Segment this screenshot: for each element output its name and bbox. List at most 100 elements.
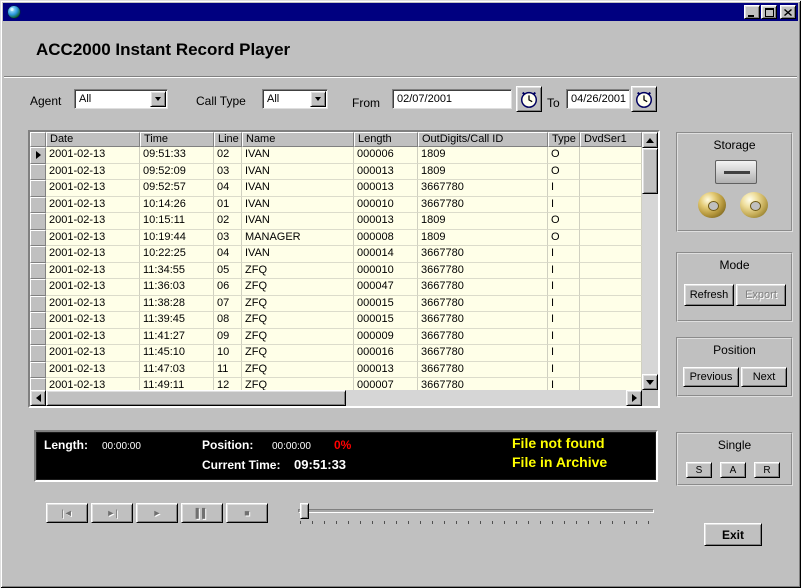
grid-cell[interactable]: O — [548, 213, 580, 230]
horizontal-scrollbar-thumb[interactable] — [46, 390, 346, 406]
table-row[interactable]: 2001-02-1311:36:0306ZFQ0000473667780I — [30, 279, 642, 296]
grid-cell[interactable]: 11:36:03 — [140, 279, 214, 296]
grid-cell[interactable]: 000013 — [354, 213, 418, 230]
horizontal-scrollbar[interactable] — [30, 390, 642, 406]
grid-cell[interactable]: O — [548, 147, 580, 164]
table-row[interactable]: 2001-02-1311:34:5505ZFQ0000103667780I — [30, 263, 642, 280]
refresh-button[interactable]: Refresh — [684, 284, 734, 306]
grid-cell[interactable]: 05 — [214, 263, 242, 280]
agent-select[interactable]: All — [74, 89, 168, 109]
row-selector[interactable] — [30, 296, 46, 313]
grid-cell[interactable] — [580, 213, 642, 230]
grid-cell[interactable]: ZFQ — [242, 378, 354, 390]
grid-cell[interactable]: ZFQ — [242, 263, 354, 280]
grid-cell[interactable]: 09:51:33 — [140, 147, 214, 164]
cd-disc-icon[interactable] — [740, 192, 768, 218]
from-date-input[interactable] — [392, 89, 512, 109]
table-row[interactable]: 2001-02-1309:51:3302IVAN0000061809O — [30, 147, 642, 164]
grid-cell[interactable] — [580, 263, 642, 280]
grid-cell[interactable]: 04 — [214, 246, 242, 263]
grid-cell[interactable]: 000015 — [354, 296, 418, 313]
grid-cell[interactable]: 000013 — [354, 362, 418, 379]
drive-icon[interactable] — [715, 160, 757, 184]
grid-cell[interactable] — [580, 329, 642, 346]
grid-cell[interactable]: 08 — [214, 312, 242, 329]
column-header[interactable]: OutDigits/Call ID — [418, 132, 548, 147]
row-selector[interactable] — [30, 279, 46, 296]
grid-cell[interactable]: I — [548, 296, 580, 313]
table-row[interactable]: 2001-02-1310:22:2504IVAN0000143667780I — [30, 246, 642, 263]
grid-cell[interactable]: 2001-02-13 — [46, 279, 140, 296]
row-selector[interactable] — [30, 345, 46, 362]
grid-cell[interactable]: IVAN — [242, 180, 354, 197]
scroll-up-button[interactable] — [642, 132, 658, 148]
export-button[interactable]: Export — [736, 284, 786, 306]
grid-cell[interactable] — [580, 246, 642, 263]
grid-cell[interactable]: 2001-02-13 — [46, 345, 140, 362]
scroll-down-button[interactable] — [642, 374, 658, 390]
call-type-select[interactable]: All — [262, 89, 328, 109]
maximize-button[interactable] — [761, 5, 777, 19]
grid-cell[interactable]: 3667780 — [418, 197, 548, 214]
grid-cell[interactable]: 02 — [214, 213, 242, 230]
grid-cell[interactable]: 3667780 — [418, 329, 548, 346]
grid-cell[interactable]: 000015 — [354, 312, 418, 329]
table-row[interactable]: 2001-02-1311:45:1010ZFQ0000163667780I — [30, 345, 642, 362]
row-selector[interactable] — [30, 213, 46, 230]
grid-cell[interactable] — [580, 296, 642, 313]
to-date-input[interactable] — [566, 89, 630, 109]
single-a-button[interactable]: A — [720, 462, 746, 478]
grid-cell[interactable]: 000047 — [354, 279, 418, 296]
grid-cell[interactable]: I — [548, 246, 580, 263]
previous-button[interactable]: Previous — [683, 367, 739, 387]
table-row[interactable]: 2001-02-1311:41:2709ZFQ0000093667780I — [30, 329, 642, 346]
grid-cell[interactable]: 1809 — [418, 147, 548, 164]
grid-cell[interactable]: IVAN — [242, 213, 354, 230]
grid-cell[interactable]: I — [548, 362, 580, 379]
table-row[interactable]: 2001-02-1311:47:0311ZFQ0000133667780I — [30, 362, 642, 379]
grid-cell[interactable]: 11:49:11 — [140, 378, 214, 390]
row-selector[interactable] — [30, 362, 46, 379]
vertical-scrollbar[interactable] — [642, 132, 658, 390]
grid-cell[interactable]: 07 — [214, 296, 242, 313]
grid-cell[interactable]: 000013 — [354, 164, 418, 181]
row-selector[interactable] — [30, 164, 46, 181]
row-selector[interactable] — [30, 147, 46, 164]
grid-cell[interactable]: 09:52:09 — [140, 164, 214, 181]
grid-cell[interactable]: 09:52:57 — [140, 180, 214, 197]
grid-cell[interactable]: 1809 — [418, 164, 548, 181]
grid-cell[interactable]: IVAN — [242, 197, 354, 214]
grid-cell[interactable]: 10 — [214, 345, 242, 362]
grid-cell[interactable]: 10:19:44 — [140, 230, 214, 247]
grid-cell[interactable]: 2001-02-13 — [46, 378, 140, 390]
skip-to-end-button[interactable]: ►| — [91, 503, 133, 523]
pause-button[interactable]: ▌▌ — [181, 503, 223, 523]
grid-cell[interactable]: 2001-02-13 — [46, 296, 140, 313]
grid-cell[interactable]: 3667780 — [418, 279, 548, 296]
grid-cell[interactable]: 10:14:26 — [140, 197, 214, 214]
grid-cell[interactable]: 1809 — [418, 230, 548, 247]
grid-cell[interactable]: O — [548, 164, 580, 181]
grid-cell[interactable]: 04 — [214, 180, 242, 197]
grid-cell[interactable]: ZFQ — [242, 296, 354, 313]
row-selector[interactable] — [30, 246, 46, 263]
grid-cell[interactable]: 3667780 — [418, 263, 548, 280]
grid-cell[interactable]: IVAN — [242, 246, 354, 263]
grid-cell[interactable]: 3667780 — [418, 312, 548, 329]
grid-cell[interactable]: 11:39:45 — [140, 312, 214, 329]
column-header[interactable]: DvdSer1 — [580, 132, 642, 147]
grid-cell[interactable] — [580, 180, 642, 197]
grid-cell[interactable]: ZFQ — [242, 345, 354, 362]
grid-cell[interactable]: IVAN — [242, 147, 354, 164]
grid-cell[interactable]: 000010 — [354, 197, 418, 214]
from-date-picker-button[interactable] — [516, 86, 542, 112]
scroll-right-button[interactable] — [626, 390, 642, 406]
play-button[interactable]: ► — [136, 503, 178, 523]
grid-cell[interactable]: 000016 — [354, 345, 418, 362]
column-header[interactable]: Type — [548, 132, 580, 147]
grid-cell[interactable]: I — [548, 329, 580, 346]
grid-cell[interactable]: 2001-02-13 — [46, 180, 140, 197]
grid-cell[interactable]: 000008 — [354, 230, 418, 247]
table-row[interactable]: 2001-02-1310:19:4403MANAGER0000081809O — [30, 230, 642, 247]
close-button[interactable] — [780, 5, 796, 19]
